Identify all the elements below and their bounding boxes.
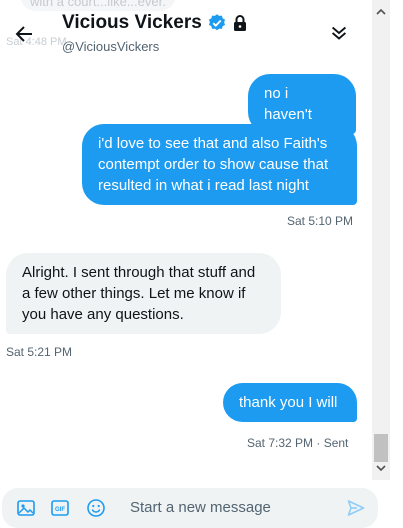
gif-icon[interactable]: GIF <box>50 498 70 518</box>
scrollbar[interactable] <box>372 0 390 480</box>
lock-icon <box>233 15 246 31</box>
scroll-down-arrow-icon[interactable] <box>376 464 386 472</box>
message-bubble[interactable]: Alright. I sent through that stuff and a… <box>6 253 281 334</box>
message-bubble[interactable]: thank you I will <box>223 383 357 422</box>
message-timestamp: Sat 7:32 PM · Sent <box>247 436 349 450</box>
verified-badge-icon <box>208 14 225 31</box>
scroll-up-arrow-icon[interactable] <box>376 8 386 16</box>
message-list: no i haven't i'd love to see that and al… <box>0 62 372 482</box>
message-composer: GIF Start a new message <box>2 488 378 528</box>
image-icon[interactable] <box>16 498 36 518</box>
gif-icon-label: GIF <box>55 507 65 513</box>
send-icon[interactable] <box>346 498 366 518</box>
conversation-header: with a court...like...ever. Sat 4:48 PM … <box>0 0 372 62</box>
message-bubble[interactable]: i'd love to see that and also Faith's co… <box>82 124 357 205</box>
message-timestamp: Sat 5:21 PM <box>6 345 73 359</box>
back-arrow-icon[interactable] <box>12 22 36 46</box>
chevron-double-down-icon[interactable] <box>328 22 350 44</box>
previous-message-peek: with a court...like...ever. <box>20 0 176 11</box>
contact-name[interactable]: Vicious Vickers <box>62 12 202 34</box>
message-timestamp: Sat 5:10 PM <box>287 214 354 228</box>
emoji-icon[interactable] <box>86 498 106 518</box>
message-input[interactable]: Start a new message <box>130 499 271 516</box>
scrollbar-thumb[interactable] <box>374 434 388 462</box>
conversation-title-row[interactable]: Vicious Vickers <box>62 12 248 34</box>
contact-handle[interactable]: @ViciousVickers <box>62 39 159 54</box>
